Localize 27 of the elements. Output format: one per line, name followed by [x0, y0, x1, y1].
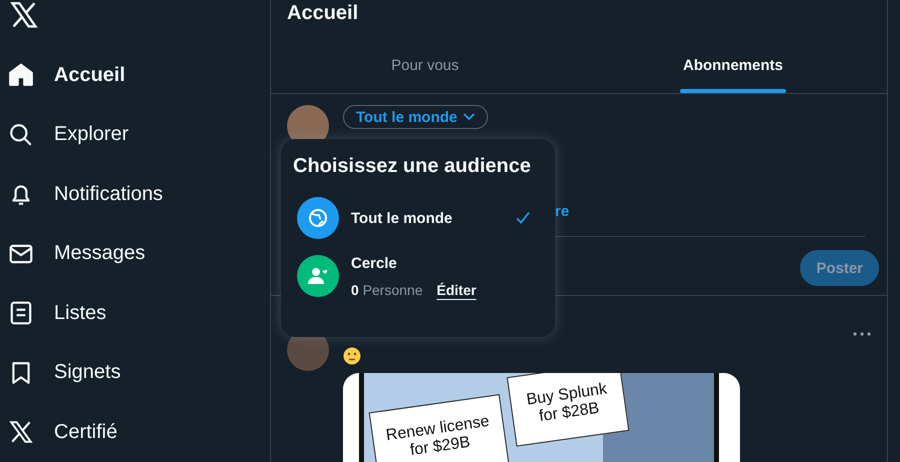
- audience-button[interactable]: Tout le monde: [343, 105, 488, 129]
- more-options-icon[interactable]: [853, 332, 871, 336]
- list-icon: [8, 300, 34, 326]
- checkmark-icon: [515, 210, 531, 226]
- x-logo-icon[interactable]: [9, 1, 39, 29]
- menu-title: Choisissez une audience: [293, 155, 532, 178]
- sidebar-item[interactable]: Certifié: [6, 402, 124, 462]
- x-logo-icon: [8, 419, 34, 446]
- page-title: Accueil: [286, 1, 360, 26]
- sidebar-item[interactable]: Notifications: [6, 164, 169, 224]
- sidebar-item[interactable]: Listes: [6, 284, 112, 344]
- search-icon: [8, 122, 34, 148]
- feed-tab[interactable]: Pour vous: [271, 38, 579, 93]
- home-icon: [8, 62, 34, 88]
- sidebar-item[interactable]: Signets: [6, 343, 127, 403]
- feed-tab[interactable]: Abonnements: [579, 38, 887, 93]
- sidebar-item[interactable]: Explorer: [6, 105, 134, 165]
- globe-icon: [297, 197, 339, 239]
- audience-option[interactable]: Cercle 0 Personne Éditer: [293, 254, 543, 298]
- chevron-down-icon: [463, 113, 476, 121]
- reply-setting-link[interactable]: re: [555, 203, 570, 220]
- sidebar-item[interactable]: Messages: [6, 224, 152, 284]
- sidebar-item[interactable]: Accueil: [6, 46, 132, 106]
- member-count: 0 Personne: [351, 282, 423, 298]
- people-icon: [297, 255, 339, 297]
- audience-option[interactable]: Tout le monde: [293, 196, 543, 240]
- edit-link[interactable]: Éditer: [436, 282, 476, 298]
